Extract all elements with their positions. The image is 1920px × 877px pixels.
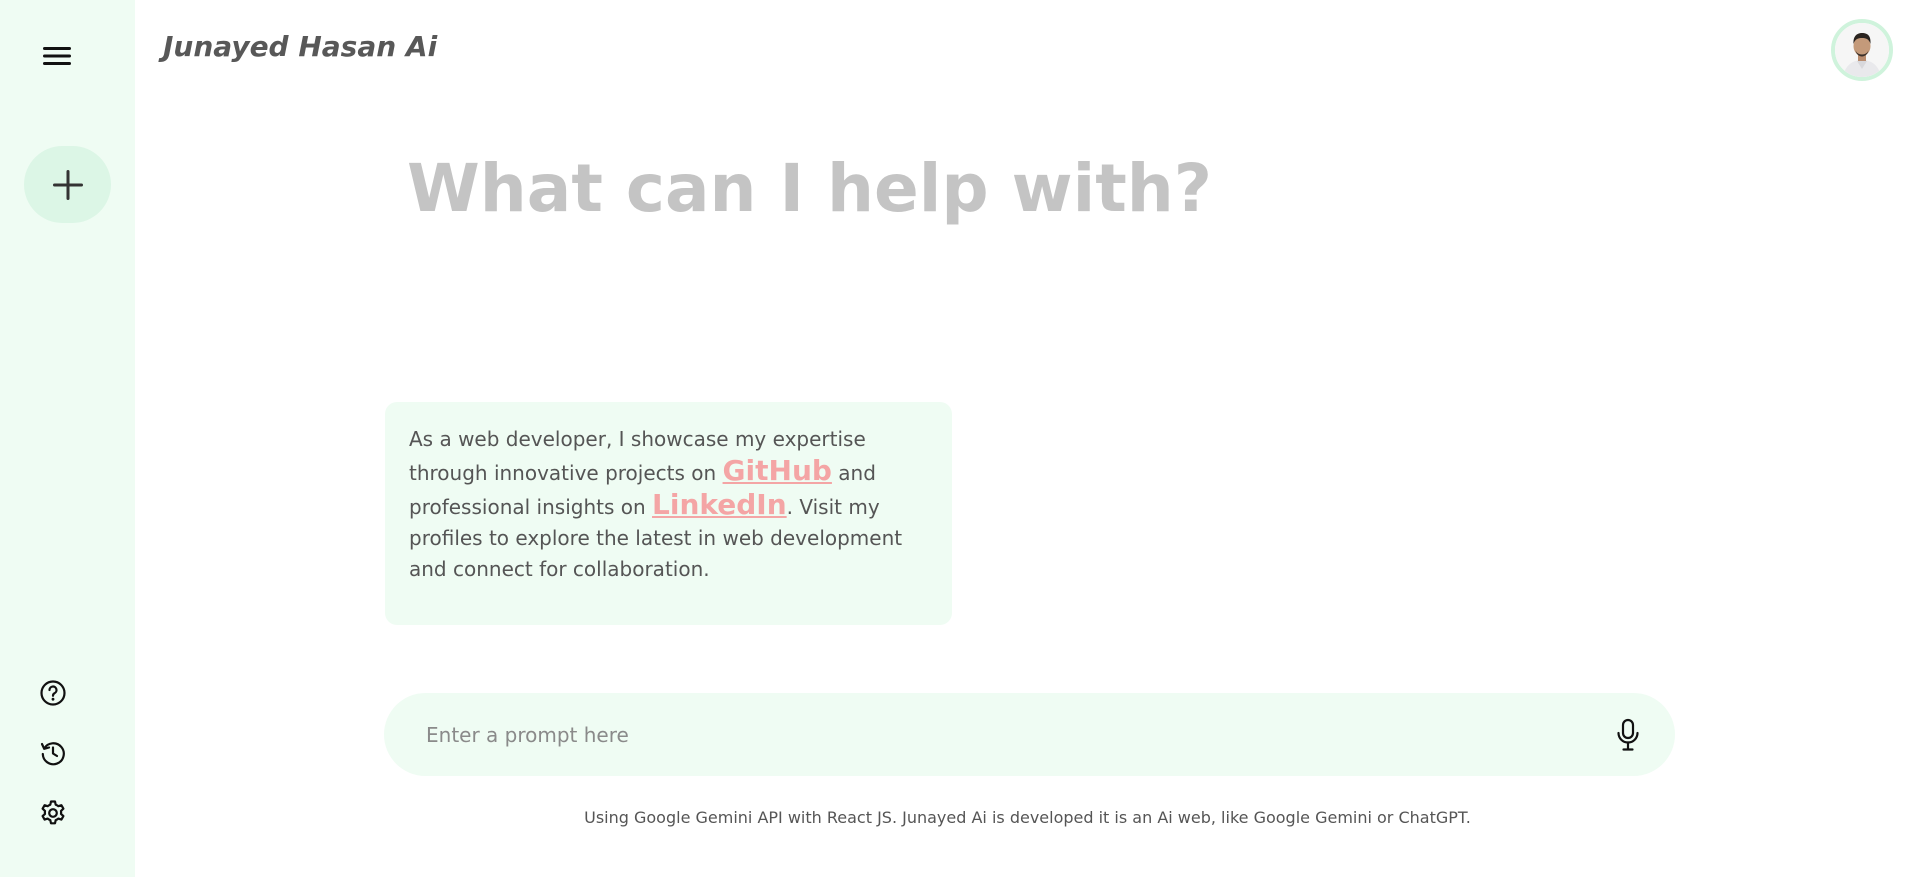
question-icon [40,680,66,706]
prompt-input[interactable] [424,713,1524,757]
prompt-bar [384,693,1675,776]
help-button[interactable] [38,678,68,708]
microphone-icon [1617,718,1639,751]
footer-text: Using Google Gemini API with React JS. J… [584,808,1471,827]
sidebar [0,0,135,877]
history-icon [40,742,65,766]
user-avatar-icon [1835,23,1889,77]
new-chat-button[interactable] [24,146,111,223]
linkedin-link[interactable]: LinkedIn [652,488,787,521]
menu-button[interactable] [42,41,72,71]
avatar[interactable] [1831,19,1893,81]
voice-input-button[interactable] [1611,717,1645,753]
plus-icon [52,169,83,200]
hamburger-menu-icon [43,47,71,65]
github-link[interactable]: GitHub [723,454,832,487]
app-title: Junayed Hasan Ai [163,30,438,63]
intro-card: As a web developer, I showcase my expert… [385,402,952,625]
history-button[interactable] [38,738,68,768]
greeting-heading: What can I help with? [407,150,1213,227]
footer-note: Using Google Gemini API with React JS. J… [0,808,1920,827]
